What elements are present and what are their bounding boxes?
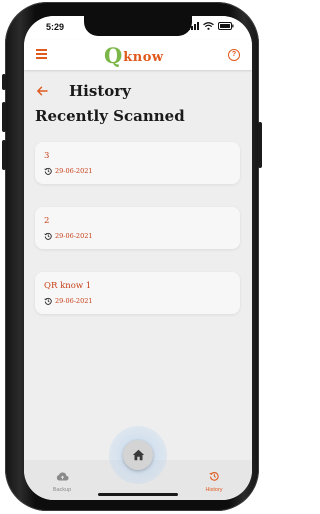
history-card[interactable]: 2 29-06-2021: [35, 207, 240, 249]
cloud-upload-icon: [56, 472, 69, 481]
history-item-date-row: 29-06-2021: [44, 232, 92, 240]
nav-history[interactable]: History: [194, 468, 234, 493]
power-button: [258, 122, 262, 168]
screen: 5:29 Q know ? History Recently Scanned 3…: [24, 16, 252, 500]
status-time: 5:29: [46, 22, 65, 32]
phone-frame: 5:29 Q know ? History Recently Scanned 3…: [2, 2, 262, 511]
nav-backup[interactable]: Backup: [42, 468, 82, 493]
history-icon: [44, 297, 52, 305]
home-icon: [132, 449, 144, 461]
history-card[interactable]: 3 29-06-2021: [35, 142, 240, 184]
home-indicator: [98, 493, 178, 496]
history-item-title: 3: [44, 151, 50, 161]
volume-up-button: [2, 102, 6, 132]
history-item-date-row: 29-06-2021: [44, 167, 92, 175]
menu-button[interactable]: [36, 49, 47, 60]
history-item-date-row: 29-06-2021: [44, 297, 92, 305]
menu-icon-line: [36, 57, 47, 59]
battery-icon: [218, 22, 234, 30]
help-button[interactable]: ?: [228, 49, 240, 61]
status-icons: [188, 22, 234, 30]
nav-history-label: History: [205, 487, 223, 493]
home-button[interactable]: [123, 440, 153, 470]
history-item-date: 29-06-2021: [55, 297, 93, 305]
app-bar: Q know ?: [24, 40, 252, 70]
history-item-date: 29-06-2021: [55, 167, 93, 175]
history-item-title: QR know 1: [44, 281, 92, 291]
history-item-date: 29-06-2021: [55, 232, 93, 240]
notch: [84, 16, 192, 36]
app-logo: Q know: [104, 43, 164, 67]
logo-know: know: [123, 50, 164, 65]
mute-switch: [2, 74, 6, 90]
menu-icon-line: [36, 53, 47, 55]
section-title: Recently Scanned: [35, 107, 185, 125]
status-bar: 5:29: [24, 16, 252, 40]
menu-icon-line: [36, 49, 47, 51]
back-arrow-icon[interactable]: [36, 85, 48, 97]
page-title: History: [69, 82, 131, 100]
signal-icon: [188, 22, 199, 30]
history-card[interactable]: QR know 1 29-06-2021: [35, 272, 240, 314]
history-item-title: 2: [44, 216, 50, 226]
logo-q: Q: [104, 43, 123, 68]
history-icon: [209, 472, 219, 481]
nav-backup-label: Backup: [52, 487, 72, 493]
history-icon: [44, 232, 52, 240]
history-icon: [44, 167, 52, 175]
wifi-icon: [203, 22, 214, 30]
volume-down-button: [2, 140, 6, 170]
